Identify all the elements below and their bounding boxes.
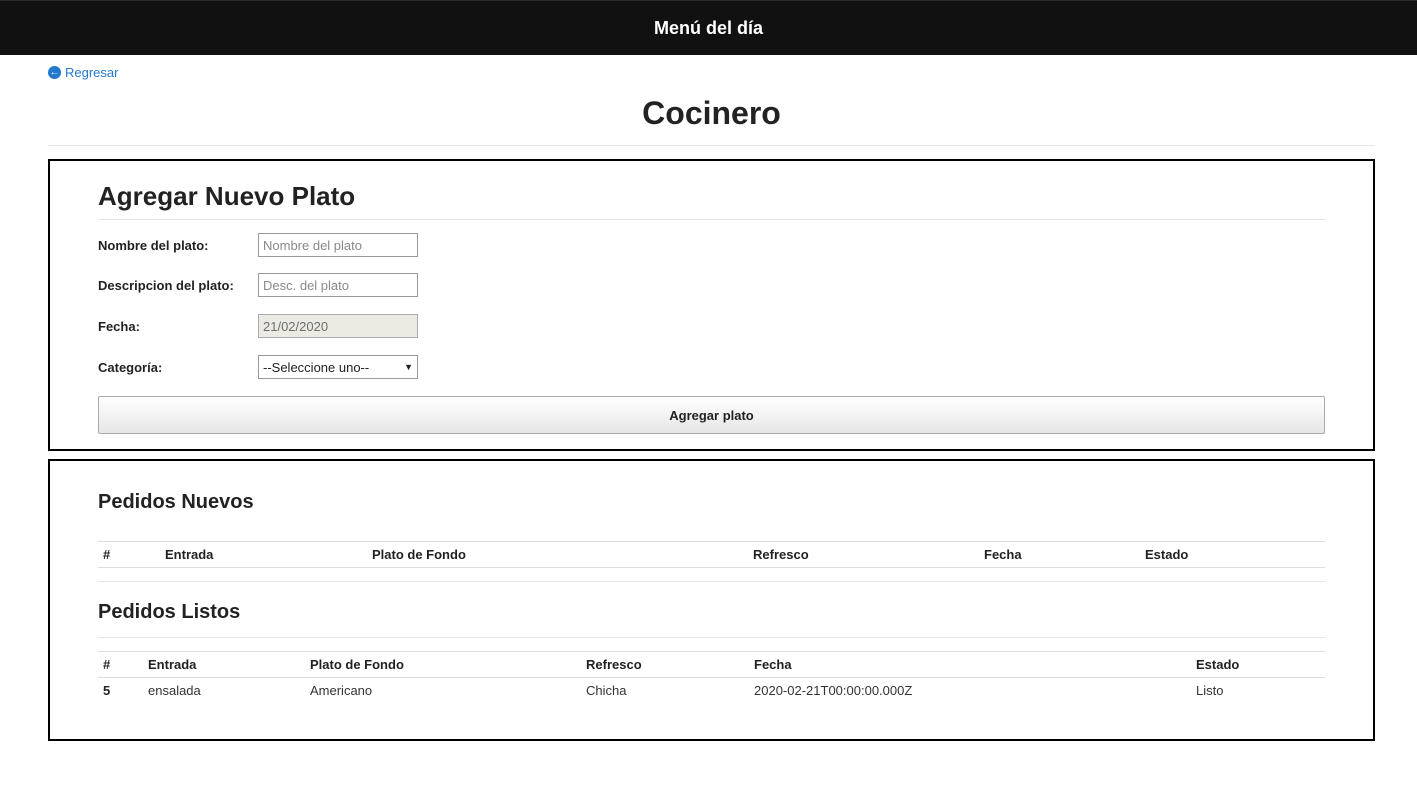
- dish-description-input[interactable]: [258, 273, 418, 297]
- order-fecha: 2020-02-21T00:00:00.000Z: [754, 683, 913, 699]
- column-header: Fecha: [749, 651, 1191, 678]
- order-refresco: Chicha: [586, 683, 627, 699]
- title-divider: [48, 145, 1375, 146]
- order-estado: Listo: [1196, 683, 1224, 699]
- form-divider: [98, 219, 1325, 220]
- column-header: Fecha: [979, 541, 1140, 568]
- ready-orders-table: # Entrada Plato de Fondo Refresco Fecha …: [98, 651, 1325, 704]
- section-divider: [98, 637, 1325, 638]
- column-header: Refresco: [748, 541, 979, 568]
- date-row: Fecha:: [98, 314, 498, 338]
- category-selected-value: --Seleccione uno--: [263, 359, 370, 375]
- order-id: 5: [103, 683, 111, 699]
- dropdown-arrow-icon: ▼: [404, 362, 413, 372]
- category-label: Categoría:: [98, 359, 163, 375]
- column-header: Plato de Fondo: [305, 651, 581, 678]
- table-header-row: # Entrada Plato de Fondo Refresco Fecha …: [98, 651, 1325, 678]
- table-row: 5 ensalada Americano Chicha 2020-02-21T0…: [98, 678, 1325, 704]
- new-orders-heading: Pedidos Nuevos: [98, 491, 254, 513]
- section-divider: [98, 581, 1325, 582]
- table-header-row: # Entrada Plato de Fondo Refresco Fecha …: [98, 541, 1325, 568]
- dish-description-label: Descripcion del plato:: [98, 277, 234, 293]
- app-title: Menú del día: [653, 17, 763, 38]
- top-navbar: Menú del día: [0, 0, 1417, 55]
- date-label: Fecha:: [98, 318, 140, 334]
- form-heading: Agregar Nuevo Plato: [98, 181, 356, 211]
- new-orders-table: # Entrada Plato de Fondo Refresco Fecha …: [98, 541, 1325, 568]
- column-header: #: [98, 651, 143, 678]
- category-select[interactable]: --Seleccione uno-- ▼: [258, 355, 418, 379]
- category-row: Categoría: --Seleccione uno-- ▼: [98, 355, 498, 379]
- dish-name-input[interactable]: [258, 233, 418, 257]
- page-title: Cocinero: [642, 95, 781, 131]
- back-link-label: Regresar: [65, 65, 119, 80]
- column-header: #: [98, 541, 160, 568]
- column-header: Plato de Fondo: [367, 541, 748, 568]
- dish-name-row: Nombre del plato:: [98, 233, 498, 257]
- date-input: [258, 314, 418, 338]
- add-dish-button[interactable]: Agregar plato: [98, 396, 1325, 434]
- column-header: Estado: [1140, 541, 1325, 568]
- dish-description-row: Descripcion del plato:: [98, 273, 498, 297]
- back-link[interactable]: ← Regresar: [48, 65, 118, 80]
- ready-orders-heading: Pedidos Listos: [98, 601, 241, 623]
- column-header: Refresco: [581, 651, 749, 678]
- order-entrada: ensalada: [148, 683, 201, 699]
- column-header: Entrada: [160, 541, 367, 568]
- arrow-circle-left-icon: ←: [48, 66, 61, 79]
- dish-name-label: Nombre del plato:: [98, 237, 209, 253]
- orders-panel: Pedidos Nuevos # Entrada Plato de Fondo …: [48, 459, 1375, 741]
- column-header: Estado: [1191, 651, 1325, 678]
- ready-orders-body: 5 ensalada Americano Chicha 2020-02-21T0…: [98, 678, 1325, 704]
- add-dish-panel: Agregar Nuevo Plato Nombre del plato: De…: [48, 159, 1375, 451]
- order-plato: Americano: [310, 683, 373, 699]
- column-header: Entrada: [143, 651, 305, 678]
